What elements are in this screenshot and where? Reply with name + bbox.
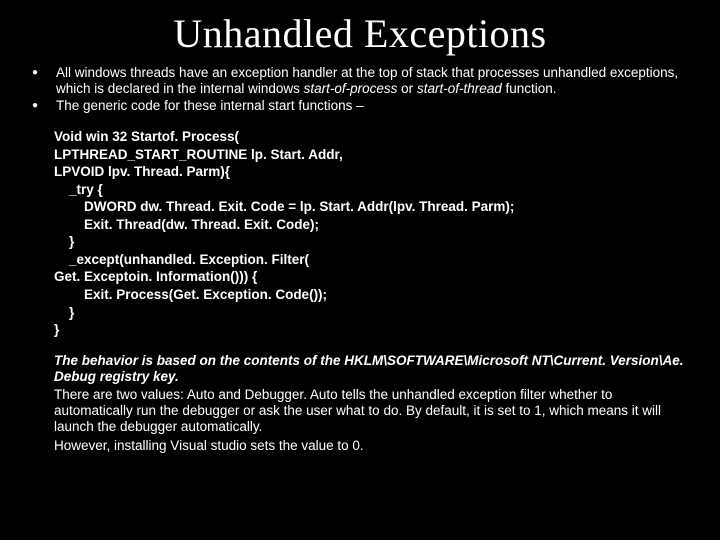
code-line: } <box>54 321 690 339</box>
footer-line: However, installing Visual studio sets t… <box>54 438 690 454</box>
code-line: LPTHREAD_START_ROUTINE lp. Start. Addr, <box>54 146 690 164</box>
text-italic: start-of-process <box>304 81 398 96</box>
text-span: or <box>397 81 417 96</box>
bullet-icon: ● <box>30 98 56 114</box>
code-line: _except(unhandled. Exception. Filter( <box>54 251 690 269</box>
slide: Unhandled Exceptions ● All windows threa… <box>0 10 720 540</box>
code-line: Exit. Thread(dw. Thread. Exit. Code); <box>54 216 690 234</box>
footer-line: The behavior is based on the contents of… <box>54 353 690 385</box>
code-line: Get. Exceptoin. Information())) { <box>54 268 690 286</box>
bullet-icon: ● <box>30 65 56 81</box>
code-block: Void win 32 Startof. Process( LPTHREAD_S… <box>54 128 690 339</box>
text-span: function. <box>502 81 557 96</box>
code-line: LPVOID lpv. Thread. Parm){ <box>54 163 690 181</box>
code-line: DWORD dw. Thread. Exit. Code = lp. Start… <box>54 198 690 216</box>
text-italic: start-of-thread <box>417 81 502 96</box>
slide-title: Unhandled Exceptions <box>30 10 690 57</box>
code-line: } <box>54 233 690 251</box>
bullet-text: All windows threads have an exception ha… <box>56 65 690 96</box>
code-line: Void win 32 Startof. Process( <box>54 128 690 146</box>
footer-text: The behavior is based on the contents of… <box>54 353 690 454</box>
text-bold-italic: registry key. <box>100 369 179 384</box>
bullet-item: ● All windows threads have an exception … <box>30 65 690 96</box>
code-line: _try { <box>54 181 690 199</box>
bullet-item: ● The generic code for these internal st… <box>30 98 690 114</box>
bullet-text: The generic code for these internal star… <box>56 98 690 114</box>
footer-line: There are two values: Auto and Debugger.… <box>54 387 690 436</box>
code-line: } <box>54 304 690 322</box>
code-line: Exit. Process(Get. Exception. Code()); <box>54 286 690 304</box>
bullet-list: ● All windows threads have an exception … <box>30 65 690 114</box>
